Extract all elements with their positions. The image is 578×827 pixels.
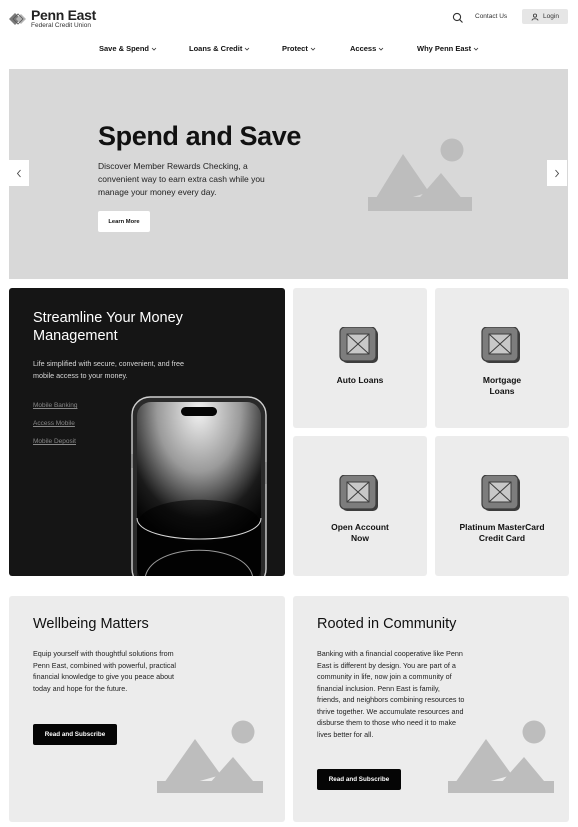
smartphone-image bbox=[131, 396, 267, 576]
image-placeholder-icon bbox=[481, 475, 520, 511]
open-account-tile[interactable]: Open Account Now bbox=[293, 436, 427, 576]
chevron-down-icon bbox=[245, 47, 250, 51]
hero-description: Discover Member Rewards Checking, a conv… bbox=[98, 161, 265, 197]
nav-item-access[interactable]: Access bbox=[350, 44, 384, 53]
image-placeholder-icon bbox=[368, 138, 472, 211]
wellbeing-description: Equip yourself with thoughtful solutions… bbox=[33, 649, 177, 693]
wellbeing-title: Wellbeing Matters bbox=[33, 616, 149, 632]
chevron-left-icon bbox=[16, 169, 21, 177]
mortgage-loans-tile[interactable]: Mortgage Loans bbox=[435, 288, 569, 428]
logo-subtitle: Federal Credit Union bbox=[31, 22, 91, 29]
user-icon bbox=[531, 13, 539, 21]
nav-item-why-penn-east[interactable]: Why Penn East bbox=[417, 44, 479, 53]
community-title: Rooted in Community bbox=[317, 616, 457, 632]
platinum-mastercard-tile[interactable]: Platinum MasterCard Credit Card bbox=[435, 436, 569, 576]
nav-item-label: Save & Spend bbox=[99, 44, 150, 53]
image-placeholder-icon bbox=[339, 475, 378, 511]
login-button[interactable]: Login bbox=[522, 9, 568, 24]
chevron-down-icon bbox=[473, 47, 479, 51]
nav-item-label: Access bbox=[350, 44, 377, 53]
access-mobile-link[interactable]: Access Mobile bbox=[33, 420, 75, 427]
read-and-subscribe-button[interactable]: Read and Subscribe bbox=[33, 724, 117, 745]
nav-item-label: Protect bbox=[282, 44, 308, 53]
nav-item-label: Loans & Credit bbox=[189, 44, 243, 53]
main-nav: Save & Spend Loans & Credit Protect Acce… bbox=[0, 44, 578, 56]
image-placeholder-icon bbox=[448, 720, 554, 793]
image-placeholder-icon bbox=[339, 327, 378, 363]
login-label: Login bbox=[543, 13, 559, 20]
nav-item-label: Why Penn East bbox=[417, 44, 472, 53]
contact-us-link[interactable]: Contact Us bbox=[475, 13, 507, 20]
tile-label: Platinum MasterCard Credit Card bbox=[459, 522, 545, 543]
tile-label: Open Account Now bbox=[331, 522, 389, 543]
learn-more-button[interactable]: Learn More bbox=[98, 211, 150, 232]
chevron-right-icon bbox=[555, 169, 560, 177]
chevron-down-icon bbox=[151, 47, 157, 51]
search-icon[interactable] bbox=[451, 11, 465, 25]
wellbeing-card: Wellbeing Matters Equip yourself with th… bbox=[9, 596, 285, 822]
nav-item-loans-credit[interactable]: Loans & Credit bbox=[189, 44, 250, 53]
hero-carousel: Spend and Save Discover Member Rewards C… bbox=[9, 69, 568, 333]
logo[interactable]: Penn East Federal Credit Union bbox=[9, 8, 96, 30]
nav-item-protect[interactable]: Protect bbox=[282, 44, 316, 53]
mobile-card-description: Life simplified with secure, convenient,… bbox=[33, 359, 185, 380]
tile-label: Auto Loans bbox=[336, 375, 384, 385]
auto-loans-tile[interactable]: Auto Loans bbox=[293, 288, 427, 428]
site-header: Penn East Federal Credit Union Contact U… bbox=[0, 0, 578, 34]
read-and-subscribe-button[interactable]: Read and Subscribe bbox=[317, 769, 401, 790]
mobile-banking-card: Streamline Your Money Management Life si… bbox=[9, 288, 285, 576]
hero-title: Spend and Save bbox=[98, 121, 301, 151]
logo-name: Penn East bbox=[31, 7, 96, 23]
mobile-card-title: Streamline Your Money Management bbox=[33, 310, 183, 344]
image-placeholder-icon bbox=[481, 327, 520, 363]
mobile-banking-link[interactable]: Mobile Banking bbox=[33, 402, 77, 409]
carousel-prev-button[interactable] bbox=[9, 160, 29, 186]
tile-label: Mortgage Loans bbox=[482, 375, 522, 396]
community-description: Banking with a financial cooperative lik… bbox=[317, 649, 465, 739]
image-placeholder-icon bbox=[157, 720, 263, 793]
chevron-down-icon bbox=[310, 47, 316, 51]
diamond-logo-icon bbox=[9, 10, 29, 28]
chevron-down-icon bbox=[378, 47, 384, 51]
carousel-next-button[interactable] bbox=[547, 160, 567, 186]
mobile-deposit-link[interactable]: Mobile Deposit bbox=[33, 438, 76, 445]
nav-item-save-spend[interactable]: Save & Spend bbox=[99, 44, 157, 53]
community-card: Rooted in Community Banking with a finan… bbox=[293, 596, 569, 822]
